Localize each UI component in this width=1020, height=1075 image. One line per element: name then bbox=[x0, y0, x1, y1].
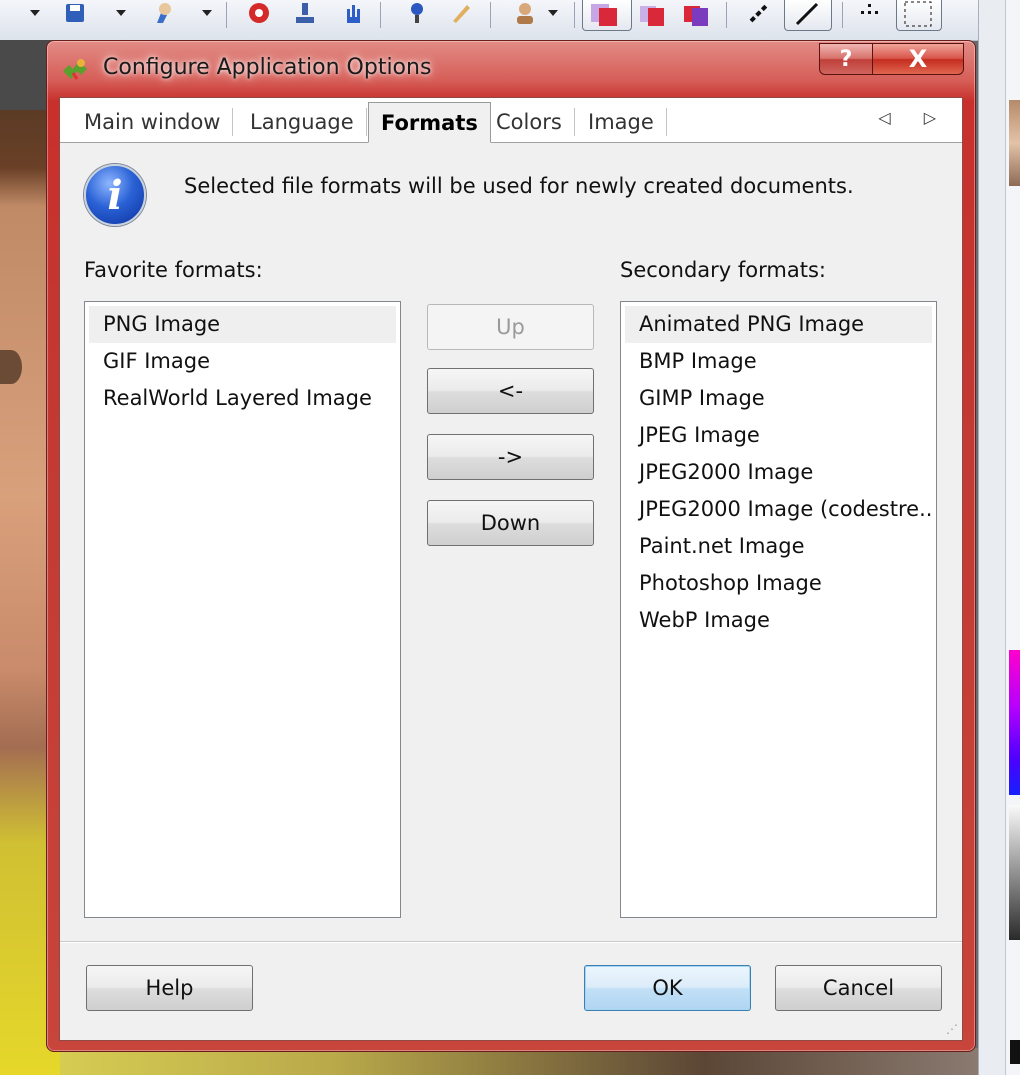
right-side-panel bbox=[978, 0, 1020, 1075]
help-button[interactable]: Help bbox=[86, 965, 253, 1011]
hand-icon[interactable] bbox=[340, 0, 366, 26]
layer-thumbnail[interactable] bbox=[1009, 100, 1020, 186]
dialog-title: Configure Application Options bbox=[103, 55, 432, 80]
dropper-icon[interactable] bbox=[404, 0, 430, 26]
panel-swatch[interactable] bbox=[1010, 1040, 1020, 1064]
brightness-picker[interactable] bbox=[1009, 805, 1020, 940]
resize-grip-icon[interactable]: ⋰ bbox=[946, 1022, 958, 1036]
move-to-secondary-button[interactable]: -> bbox=[427, 434, 594, 480]
tab-language[interactable]: Language bbox=[238, 108, 367, 136]
favorite-formats-label: Favorite formats: bbox=[84, 258, 263, 282]
tab-bar: Main window Language Formats Colors Imag… bbox=[60, 98, 962, 143]
dialog-client-area: Main window Language Formats Colors Imag… bbox=[59, 97, 963, 1041]
list-item[interactable]: JPEG2000 Image bbox=[625, 454, 932, 491]
save-icon[interactable] bbox=[62, 0, 88, 26]
stamp-icon[interactable] bbox=[292, 0, 318, 26]
up-button[interactable]: Up bbox=[427, 304, 594, 350]
list-item[interactable]: Animated PNG Image bbox=[625, 306, 932, 343]
secondary-formats-list[interactable]: Animated PNG Image BMP Image GIMP Image … bbox=[620, 301, 937, 918]
app-toolbar bbox=[0, 0, 1020, 41]
canvas-photo-eye bbox=[0, 350, 22, 384]
tab-main-window[interactable]: Main window bbox=[72, 108, 234, 136]
tab-formats[interactable]: Formats bbox=[368, 102, 491, 143]
list-item[interactable]: JPEG2000 Image (codestre... bbox=[625, 491, 932, 528]
help-caption-button[interactable]: ? bbox=[819, 43, 873, 75]
tab-image[interactable]: Image bbox=[576, 108, 667, 136]
list-item[interactable]: Photoshop Image bbox=[625, 565, 932, 602]
close-icon: X bbox=[908, 45, 928, 73]
brush-icon[interactable] bbox=[150, 0, 176, 26]
ok-button[interactable]: OK bbox=[584, 965, 751, 1011]
canvas-photo-bottom bbox=[60, 1048, 980, 1075]
close-button[interactable]: X bbox=[872, 43, 964, 75]
layer-mode-1-button[interactable] bbox=[582, 0, 632, 31]
line-tool-selected-button[interactable] bbox=[784, 0, 832, 31]
down-button[interactable]: Down bbox=[427, 500, 594, 546]
info-icon: i bbox=[84, 164, 146, 226]
list-item[interactable]: Paint.net Image bbox=[625, 528, 932, 565]
grid-dots-icon[interactable] bbox=[856, 0, 882, 26]
selection-grid-button[interactable] bbox=[896, 0, 942, 31]
dropdown-arrow-icon[interactable] bbox=[22, 0, 48, 26]
app-icon bbox=[61, 57, 89, 81]
favorite-formats-list[interactable]: PNG Image GIF Image RealWorld Layered Im… bbox=[84, 301, 401, 918]
dropdown-arrow-icon[interactable] bbox=[194, 0, 220, 26]
list-item[interactable]: BMP Image bbox=[625, 343, 932, 380]
red-eye-icon[interactable] bbox=[246, 0, 272, 26]
dropdown-arrow-icon[interactable] bbox=[108, 0, 134, 26]
layer-mode-2-icon[interactable] bbox=[638, 2, 664, 28]
list-item[interactable]: GIF Image bbox=[89, 343, 396, 380]
pencil-icon[interactable] bbox=[448, 0, 474, 26]
list-item[interactable]: PNG Image bbox=[89, 306, 396, 343]
info-message: Selected file formats will be used for n… bbox=[184, 174, 854, 198]
color-gradient-picker[interactable] bbox=[1009, 650, 1020, 795]
dropdown-arrow-icon[interactable] bbox=[540, 0, 566, 26]
options-dialog: Configure Application Options ? X Main w… bbox=[46, 40, 976, 1052]
line-tool-icon[interactable] bbox=[746, 0, 772, 26]
tab-colors[interactable]: Colors bbox=[484, 108, 575, 136]
list-item[interactable]: GIMP Image bbox=[625, 380, 932, 417]
cancel-button[interactable]: Cancel bbox=[775, 965, 942, 1011]
list-item[interactable]: JPEG Image bbox=[625, 417, 932, 454]
list-item[interactable]: RealWorld Layered Image bbox=[89, 380, 396, 417]
tab-scroll-arrows-icon[interactable]: ◁ ▷ bbox=[878, 108, 950, 127]
user-icon[interactable] bbox=[512, 0, 538, 26]
secondary-formats-label: Secondary formats: bbox=[620, 258, 826, 282]
layer-mode-3-icon[interactable] bbox=[682, 2, 708, 28]
question-icon: ? bbox=[839, 46, 853, 72]
move-to-favorite-button[interactable]: <- bbox=[427, 368, 594, 414]
footer-separator bbox=[60, 941, 962, 943]
list-item[interactable]: WebP Image bbox=[625, 602, 932, 639]
